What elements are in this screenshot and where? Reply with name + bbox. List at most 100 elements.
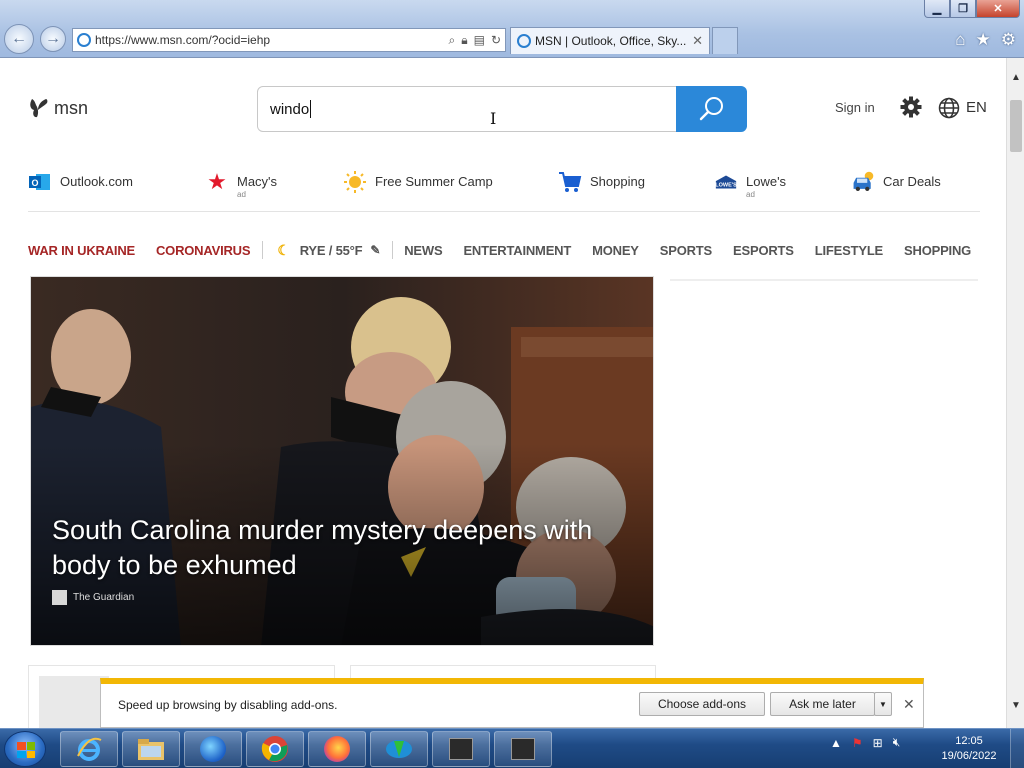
macys-star-icon: ★ — [207, 169, 227, 194]
url-text: https://www.msn.com/?ocid=iehp — [95, 33, 271, 47]
nav-coronavirus[interactable]: CORONAVIRUS — [156, 243, 251, 258]
hero-story-card[interactable]: South Carolina murder mystery deepens wi… — [30, 276, 654, 646]
source-logo-icon — [52, 590, 67, 605]
windows-logo-icon — [17, 742, 35, 758]
svg-text:O: O — [31, 178, 38, 188]
taskbar-chrome[interactable] — [246, 731, 304, 767]
language-selector[interactable]: EN — [966, 99, 987, 116]
nav-money[interactable]: MONEY — [592, 243, 639, 258]
refresh-icon[interactable]: ↻ — [491, 33, 501, 48]
quicklink-car-deals[interactable]: Car Deals — [851, 170, 941, 194]
taskbar-app-2[interactable] — [494, 731, 552, 767]
tab-close-icon[interactable]: ✕ — [692, 33, 703, 49]
sign-in-link[interactable]: Sign in — [835, 100, 875, 115]
choose-addons-button[interactable]: Choose add-ons — [639, 692, 765, 716]
globe-icon[interactable] — [938, 97, 960, 119]
text-caret — [310, 100, 312, 118]
tray-expand-icon[interactable]: ▲ — [830, 736, 842, 750]
taskbar-firefox[interactable] — [308, 731, 366, 767]
lock-icon[interactable]: 🔒︎ — [461, 33, 467, 48]
network-icon[interactable]: ⊞ — [873, 736, 883, 750]
chevron-down-icon[interactable]: ▼ — [874, 692, 892, 716]
internet-explorer-icon — [77, 737, 102, 761]
text-cursor-ibeam: I — [490, 109, 497, 128]
ask-me-later-button[interactable]: Ask me later — [770, 692, 875, 716]
nav-shopping[interactable]: SHOPPING — [904, 243, 971, 258]
quicklink-label: Free Summer Camp — [375, 174, 493, 189]
firefox-icon — [324, 736, 350, 762]
favorites-star-icon[interactable]: ★ — [976, 30, 991, 50]
hero-source: The Guardian — [52, 590, 134, 605]
msn-logo[interactable]: msn — [28, 96, 88, 120]
hero-headline[interactable]: South Carolina murder mystery deepens wi… — [52, 513, 642, 583]
quicklink-lowes[interactable]: LOWE'S Lowe's ad — [714, 170, 786, 199]
right-column-card — [670, 276, 978, 281]
clock-date: 19/06/2022 — [941, 750, 997, 762]
taskbar-download-manager[interactable] — [370, 731, 428, 767]
ad-badge: ad — [746, 190, 755, 199]
back-button[interactable]: ← — [4, 24, 34, 54]
quicklink-label: Outlook.com — [60, 174, 133, 189]
nav-esports[interactable]: ESPORTS — [733, 243, 794, 258]
download-manager-icon — [386, 740, 412, 758]
nav-news[interactable]: NEWS — [404, 243, 442, 258]
search-button[interactable] — [676, 86, 747, 132]
quicklink-label: Macy's — [237, 174, 278, 189]
close-icon[interactable]: ✕ — [903, 696, 915, 713]
windows-taskbar: ▲ ⚑ ⊞ 🔇︎ 12:05 19/06/2022 — [0, 728, 1024, 768]
quicklink-shopping[interactable]: Shopping — [558, 170, 645, 194]
restore-button[interactable]: ❐ — [950, 0, 976, 18]
new-tab-button[interactable] — [712, 27, 738, 54]
search-input[interactable]: windo — [257, 86, 677, 132]
svg-text:LOWE'S: LOWE'S — [715, 183, 737, 189]
page-scrollbar[interactable]: ▲ ▼ — [1006, 58, 1024, 728]
scroll-down-arrow-icon[interactable]: ▼ — [1007, 696, 1024, 714]
tools-gear-icon[interactable]: ⚙ — [1001, 30, 1016, 50]
close-button[interactable]: ✕ — [976, 0, 1020, 18]
action-center-flag-icon[interactable]: ⚑ — [852, 736, 863, 750]
browser-toolbar: ⌂ ★ ⚙ — [955, 30, 1016, 50]
volume-muted-icon[interactable]: 🔇︎ — [893, 735, 901, 750]
search-icon — [699, 97, 723, 121]
firefox-dev-icon — [200, 736, 226, 762]
nav-sports[interactable]: SPORTS — [660, 243, 712, 258]
scroll-up-arrow-icon[interactable]: ▲ — [1007, 68, 1024, 86]
nav-entertainment[interactable]: ENTERTAINMENT — [463, 243, 571, 258]
taskbar-firefox-dev[interactable] — [184, 731, 242, 767]
ad-badge: ad — [237, 190, 246, 199]
quicklink-outlook[interactable]: O Outlook.com — [28, 170, 133, 194]
forward-button[interactable]: → — [40, 26, 66, 52]
edit-pencil-icon[interactable]: ✎ — [370, 243, 380, 257]
nav-divider — [262, 241, 264, 259]
tab-title: MSN | Outlook, Office, Sky... — [535, 34, 687, 48]
home-icon[interactable]: ⌂ — [955, 30, 965, 50]
nav-lifestyle[interactable]: LIFESTYLE — [815, 243, 883, 258]
compat-view-icon[interactable]: ▤ — [474, 33, 485, 48]
file-explorer-icon — [138, 739, 164, 760]
taskbar-app-1[interactable] — [432, 731, 490, 767]
start-button[interactable] — [4, 731, 46, 767]
lowes-icon: LOWE'S — [714, 170, 738, 194]
nav-weather[interactable]: RYE / 55°F — [300, 243, 363, 258]
quicklink-macys[interactable]: ★ Macy's ad — [205, 169, 278, 199]
shopping-cart-icon — [558, 170, 582, 194]
taskbar-file-explorer[interactable] — [122, 731, 180, 767]
ie-favicon-icon — [77, 33, 91, 47]
quicklinks-bar: O Outlook.com ★ Macy's ad Free Summer Cam… — [28, 169, 980, 212]
search-icon[interactable]: ⌕ — [448, 33, 455, 48]
show-desktop-button[interactable] — [1010, 729, 1024, 768]
nav-war-in-ukraine[interactable]: WAR IN UKRAINE — [28, 243, 135, 258]
address-tools: ⌕ 🔒︎ ▤ ↻ — [448, 33, 501, 48]
address-bar[interactable]: https://www.msn.com/?ocid=iehp ⌕ 🔒︎ ▤ ↻ — [72, 28, 506, 52]
minimize-button[interactable]: ▁ — [924, 0, 950, 18]
scroll-thumb[interactable] — [1010, 100, 1022, 152]
taskbar-internet-explorer[interactable] — [60, 731, 118, 767]
settings-gear-icon[interactable] — [900, 96, 922, 118]
quicklink-summer-camp[interactable]: Free Summer Camp — [343, 170, 493, 194]
sun-icon — [343, 170, 367, 194]
quicklink-label: Lowe's — [746, 174, 787, 189]
nav-divider — [392, 241, 394, 259]
taskbar-clock[interactable]: 12:05 19/06/2022 — [936, 734, 1002, 764]
category-navbar: WAR IN UKRAINE CORONAVIRUS ☾ RYE / 55°F … — [28, 240, 980, 260]
tab-msn[interactable]: MSN | Outlook, Office, Sky... ✕ — [510, 27, 710, 54]
